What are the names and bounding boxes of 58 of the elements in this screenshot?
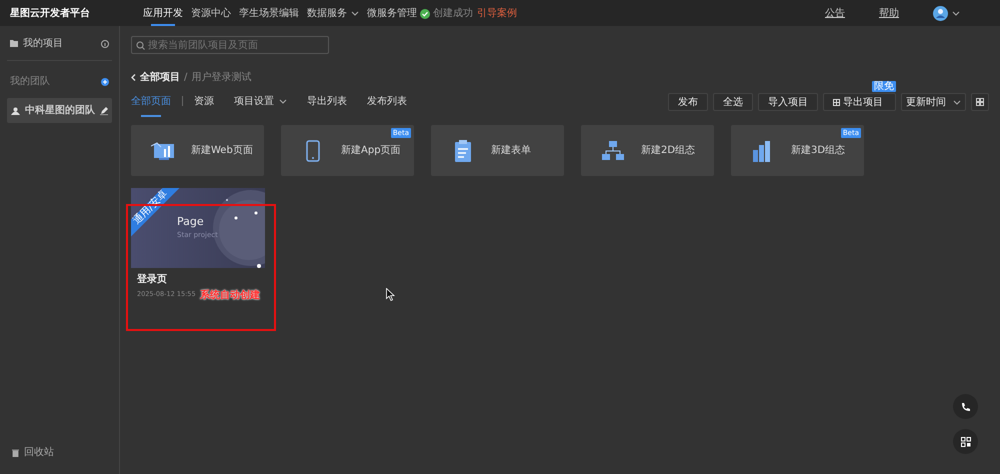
tab[interactable]: 导出列表 bbox=[307, 94, 347, 117]
avatar bbox=[933, 6, 948, 20]
sort-dropdown[interactable]: 更新时间 bbox=[901, 93, 966, 111]
nav-tab[interactable]: 引导案例 bbox=[477, 0, 517, 26]
export-icon bbox=[833, 98, 840, 106]
sidebar-item[interactable]: 我的项目 bbox=[23, 36, 96, 51]
section-heading: 我的团队 bbox=[10, 74, 51, 89]
create-card[interactable]: 新建Web页面 bbox=[131, 125, 264, 176]
qr-code-button[interactable] bbox=[953, 429, 978, 454]
nav-tab[interactable]: 数据服务 bbox=[307, 0, 359, 26]
thumbnail-title: Page bbox=[177, 214, 204, 230]
breadcrumb-current: 用户登录测试 bbox=[191, 70, 252, 85]
team-icon bbox=[11, 106, 20, 114]
grid-icon bbox=[976, 98, 984, 106]
search-icon bbox=[136, 41, 145, 50]
folder-icon bbox=[10, 40, 18, 47]
search-field[interactable]: 搜索当前团队项目及页面 bbox=[131, 36, 329, 54]
action-button[interactable]: 发布 bbox=[668, 93, 708, 111]
info-icon bbox=[101, 40, 109, 48]
tab[interactable]: 资源 bbox=[194, 94, 214, 117]
hierarchy-icon bbox=[601, 140, 625, 162]
nav-tab[interactable]: 孪生场景编辑 bbox=[239, 0, 299, 26]
caret-icon bbox=[279, 98, 287, 104]
tab[interactable]: 发布列表 bbox=[367, 94, 407, 117]
create-card[interactable]: 新建表单 bbox=[431, 125, 564, 176]
nav-tab[interactable]: 应用开发 bbox=[143, 0, 183, 26]
caret-icon bbox=[952, 10, 960, 16]
tag: 限免 bbox=[872, 81, 896, 92]
recycle-bin-link[interactable]: 回收站 bbox=[24, 445, 54, 460]
breadcrumb-link[interactable]: 全部项目 bbox=[140, 70, 180, 85]
page-name: 登录页 bbox=[137, 272, 167, 287]
toast-message: 创建成功 bbox=[433, 6, 473, 21]
grid-view-button[interactable] bbox=[971, 93, 989, 111]
nav-tab[interactable]: 微服务管理 bbox=[367, 0, 417, 26]
nav-tab[interactable]: 资源中心 bbox=[191, 0, 231, 26]
header-link[interactable]: 帮助 bbox=[879, 0, 899, 26]
create-card[interactable]: 新建2D组态 bbox=[581, 125, 714, 176]
trash-icon bbox=[12, 448, 19, 456]
action-button[interactable]: 导出项目 bbox=[823, 93, 896, 111]
app-title: 星图云开发者平台 bbox=[9, 6, 91, 20]
breadcrumb-separator: / bbox=[184, 71, 188, 85]
back-icon bbox=[131, 74, 136, 81]
phone-button[interactable] bbox=[953, 394, 978, 419]
tab[interactable]: 项目设置 bbox=[234, 94, 287, 117]
edit-icon bbox=[100, 106, 108, 114]
add-icon bbox=[101, 78, 109, 86]
action-button[interactable]: 全选 bbox=[713, 93, 753, 111]
caret-icon bbox=[351, 10, 359, 16]
header-link[interactable]: 公告 bbox=[825, 0, 845, 26]
qr-code-icon bbox=[960, 436, 970, 446]
caret-icon bbox=[953, 100, 961, 104]
team-item[interactable]: 中科星图的团队 bbox=[7, 98, 112, 123]
tab[interactable]: 全部页面 bbox=[131, 94, 171, 117]
monitor-chart-icon bbox=[151, 140, 175, 162]
cursor-icon bbox=[386, 288, 395, 301]
success-icon bbox=[420, 8, 430, 18]
phone-icon bbox=[960, 402, 970, 412]
action-button[interactable]: 导入项目 bbox=[758, 93, 818, 111]
